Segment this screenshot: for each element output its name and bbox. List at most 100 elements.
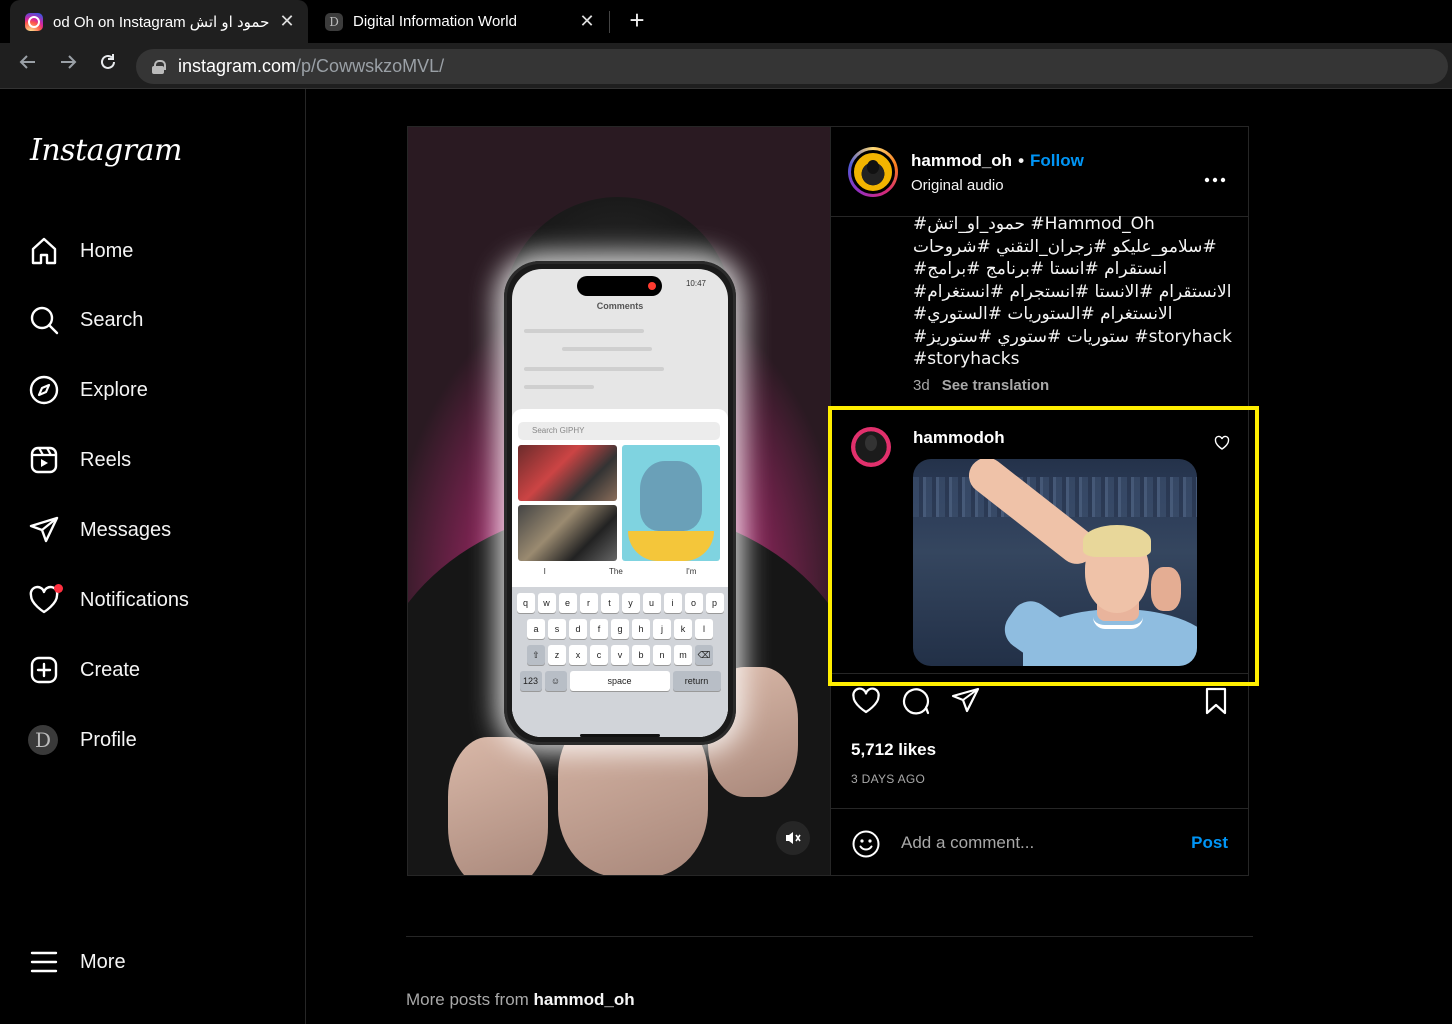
caption-time: 3d	[913, 377, 930, 394]
sidebar-item-notifications[interactable]: Notifications	[28, 580, 189, 620]
keyboard-key: m	[674, 645, 692, 665]
sidebar-item-reels[interactable]: Reels	[28, 440, 131, 480]
author-avatar[interactable]	[848, 147, 898, 197]
send-icon	[29, 516, 59, 543]
comment-gif[interactable]	[913, 459, 1197, 666]
commenter-username[interactable]: hammodoh	[913, 428, 1005, 448]
like-heart-icon[interactable]	[851, 686, 881, 716]
keyboard-key: d	[569, 619, 587, 639]
space-key: space	[569, 671, 670, 691]
gif-thumbnail	[518, 445, 617, 501]
phone-time: 10:47	[685, 279, 706, 288]
tab-title: Digital Information World	[353, 13, 517, 30]
sidebar-item-more[interactable]: More	[28, 942, 126, 982]
phone-screen: 10:47 Comments Search GIPHY I The I'm q …	[512, 269, 728, 737]
sidebar-item-profile[interactable]: D Profile	[28, 720, 137, 760]
audio-link[interactable]: Original audio	[911, 177, 1004, 194]
sidebar-item-label: Home	[80, 239, 134, 262]
sidebar-item-label: Messages	[80, 518, 172, 541]
section-divider	[406, 936, 1253, 937]
post-modal: 10:47 Comments Search GIPHY I The I'm q …	[407, 126, 1249, 876]
avatar: D	[28, 725, 58, 755]
add-comment-bar: Add a comment... Post	[831, 808, 1248, 875]
keyboard-key: h	[632, 619, 650, 639]
follow-button[interactable]: Follow	[1030, 151, 1084, 170]
bookmark-icon[interactable]	[1201, 686, 1231, 716]
home-icon	[31, 237, 57, 265]
keyboard-key: n	[653, 645, 671, 665]
reload-icon[interactable]	[93, 51, 123, 81]
keyboard-key: u	[642, 593, 661, 613]
sidebar-item-label: Explore	[80, 378, 148, 401]
keyboard-row: asdfghjkl	[512, 619, 728, 639]
sidebar-item-messages[interactable]: Messages	[28, 510, 171, 550]
more-posts-heading: More posts from hammod_oh	[406, 990, 635, 1010]
share-send-icon[interactable]	[951, 686, 981, 716]
post-header: hammod_oh • Follow Original audio	[831, 127, 1248, 217]
keyboard-key: w	[537, 593, 556, 613]
more-posts-username[interactable]: hammod_oh	[534, 990, 635, 1009]
keyboard-row: ⇧ zxcvbnm ⌫	[512, 645, 728, 665]
giphy-panel: Search GIPHY I The I'm qwertyuiop asdfgh…	[512, 409, 728, 737]
keyboard-row: qwertyuiop	[512, 593, 728, 613]
comment-input[interactable]: Add a comment...	[901, 833, 1034, 853]
comment-like-heart-icon[interactable]	[1214, 435, 1230, 451]
comment-bubble-icon[interactable]	[901, 686, 931, 716]
post-timestamp: 3 DAYS AGO	[851, 772, 926, 786]
separator: •	[1018, 151, 1025, 170]
keyboard-key: g	[611, 619, 629, 639]
keyboard: qwertyuiop asdfghjkl ⇧ zxcvbnm ⌫ 123 ☺ s…	[512, 587, 728, 737]
forward-arrow-icon[interactable]	[53, 51, 83, 81]
numbers-key: 123	[519, 671, 542, 691]
sidebar-item-create[interactable]: Create	[28, 650, 140, 690]
post-video[interactable]: 10:47 Comments Search GIPHY I The I'm q …	[408, 127, 830, 875]
keyboard-key: l	[695, 619, 713, 639]
keyboard-key: p	[705, 593, 724, 613]
keyboard-key: c	[590, 645, 608, 665]
keyboard-row: 123 ☺ space return	[512, 671, 728, 691]
address-bar[interactable]: instagram.com/p/CowwskzoMVL/	[136, 49, 1448, 84]
sidebar-item-home[interactable]: Home	[28, 231, 133, 271]
author-username[interactable]: hammod_oh	[911, 151, 1012, 170]
emoji-icon[interactable]	[851, 829, 881, 859]
keyboard-suggestions: I The I'm	[512, 567, 728, 583]
delete-key: ⌫	[695, 645, 713, 665]
lock-icon	[152, 59, 166, 74]
instagram-sidebar: Instagram Home Search Explore Reels Mess…	[0, 89, 306, 1024]
back-arrow-icon[interactable]	[13, 51, 43, 81]
tab-instagram[interactable]: od Oh on Instagram حمود او اتش ✕	[10, 0, 308, 43]
suggestion: I	[543, 567, 546, 576]
mute-button[interactable]	[776, 821, 810, 855]
instagram-logo[interactable]: Instagram	[30, 133, 182, 168]
sidebar-item-search[interactable]: Search	[28, 300, 143, 340]
sidebar-item-label: Search	[80, 308, 144, 331]
keyboard-key: f	[590, 619, 608, 639]
keyboard-key: q	[516, 593, 535, 613]
giphy-search-input: Search GIPHY	[518, 422, 720, 440]
keyboard-key: o	[684, 593, 703, 613]
tab-digital-information-world[interactable]: D Digital Information World ✕	[312, 0, 608, 43]
commenter-avatar[interactable]	[851, 427, 891, 467]
new-tab-button[interactable]: +	[623, 6, 651, 36]
see-translation-link[interactable]: See translation	[942, 377, 1050, 394]
more-options-icon[interactable]	[1204, 163, 1226, 189]
url-path: /p/CowwskzoMVL/	[296, 56, 445, 76]
caption-line: #حمود_او_اتش #Hammod_Oh	[913, 214, 1155, 234]
keyboard-key: z	[548, 645, 566, 665]
sidebar-item-explore[interactable]: Explore	[28, 370, 148, 410]
keyboard-key: e	[558, 593, 577, 613]
caption-line: #storyhacks	[913, 349, 1020, 369]
post-comment-button[interactable]: Post	[1191, 833, 1228, 853]
keyboard-row-letters: zxcvbnm	[548, 645, 692, 665]
browser-toolbar: instagram.com/p/CowwskzoMVL/	[0, 43, 1452, 89]
keyboard-key: y	[621, 593, 640, 613]
suggestion: The	[608, 567, 623, 576]
keyboard-key: b	[632, 645, 650, 665]
like-count[interactable]: 5,712 likes	[851, 740, 936, 760]
hamburger-menu-icon	[30, 951, 58, 973]
tab-close-icon[interactable]: ✕	[274, 11, 300, 32]
sidebar-item-label: Create	[80, 658, 141, 681]
shift-key: ⇧	[527, 645, 545, 665]
tab-close-icon[interactable]: ✕	[574, 11, 600, 32]
post-details: hammod_oh • Follow Original audio #حمود_او…	[830, 127, 1248, 875]
